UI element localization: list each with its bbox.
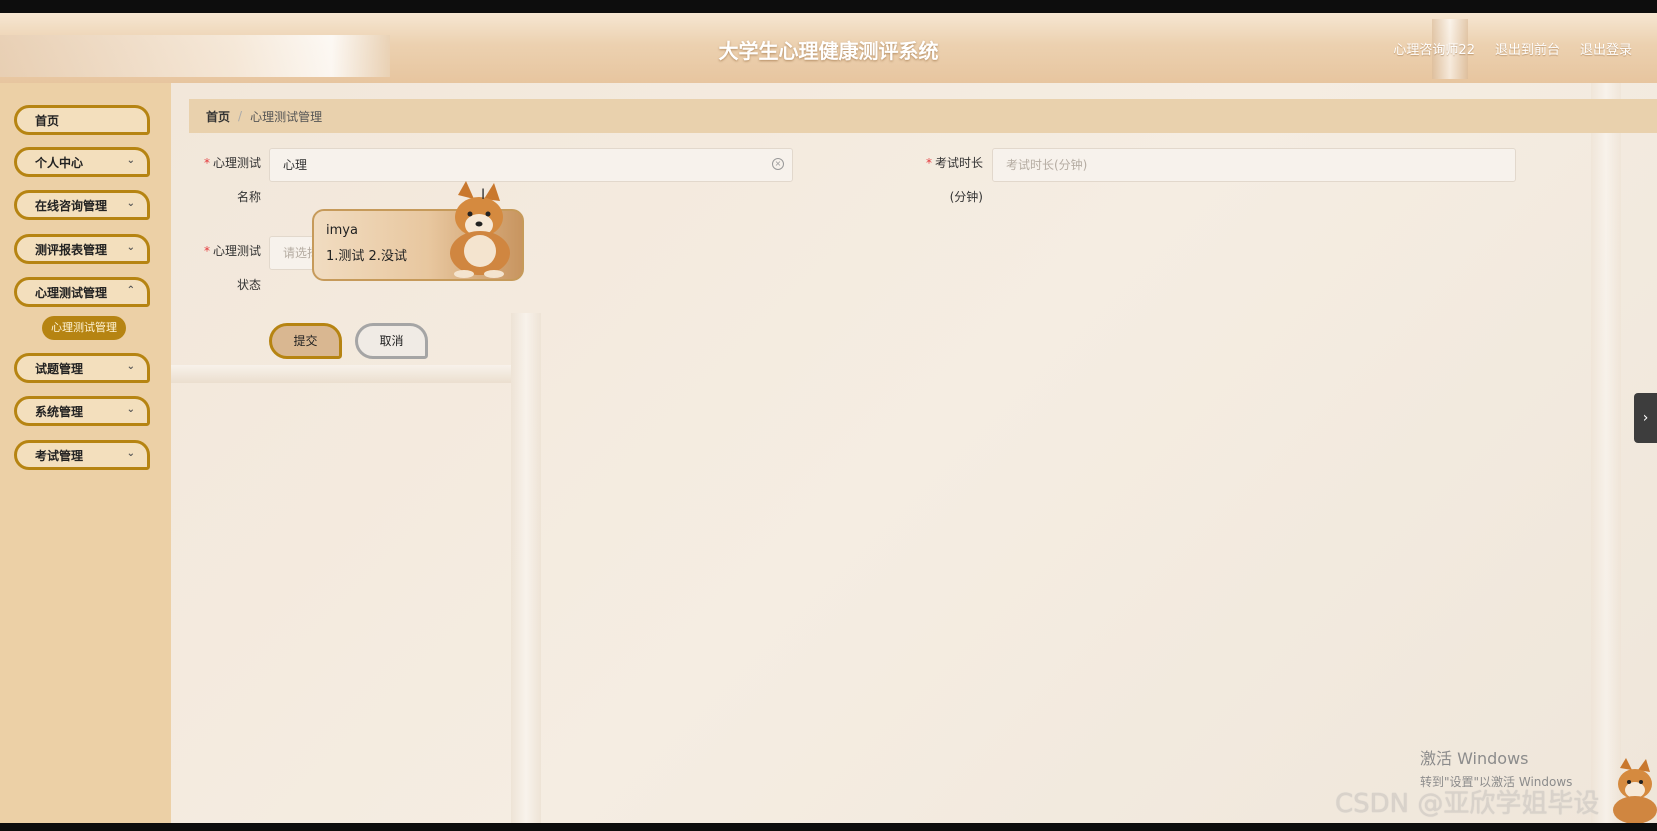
name-label-text: 心理测试 xyxy=(212,156,261,170)
breadcrumb: 首页 / 心理测试管理 xyxy=(189,99,1657,133)
chevron-down-icon: ⌄ xyxy=(126,155,135,166)
breadcrumb-current: 心理测试管理 xyxy=(250,109,323,124)
sidebar-item-label: 心理测试管理 xyxy=(35,285,108,300)
chevron-up-icon: ⌃ xyxy=(126,285,135,296)
chevron-down-icon: ⌄ xyxy=(126,198,135,209)
required-mark: * xyxy=(925,156,932,170)
required-mark: * xyxy=(203,156,210,170)
ime-candidate-popup: imya 1.测试 2.没试 xyxy=(312,181,524,281)
sidebar-item-label: 在线咨询管理 xyxy=(35,198,108,213)
ime-candidates[interactable]: 1.测试 2.没试 xyxy=(326,245,407,264)
name-label-2: 名称 xyxy=(236,190,261,204)
sidebar-item-consultation[interactable]: 在线咨询管理 ⌄ xyxy=(14,190,150,220)
breadcrumb-home[interactable]: 首页 xyxy=(206,108,230,125)
ime-composition: imya xyxy=(326,223,358,238)
sidebar-item-profile[interactable]: 个人中心 ⌄ xyxy=(14,147,150,177)
status-label-2: 状态 xyxy=(236,278,261,292)
top-header: 大学生心理健康测评系统 心理咨询师22 退出到前台 退出登录 xyxy=(0,13,1657,83)
duration-input[interactable]: 考试时长(分钟) xyxy=(992,148,1516,182)
header-links: 心理咨询师22 退出到前台 退出登录 xyxy=(1393,39,1632,58)
chevron-down-icon: ⌄ xyxy=(126,404,135,415)
sidebar-item-home[interactable]: 首页 xyxy=(14,105,150,135)
background-decoration xyxy=(511,313,541,823)
sidebar-item-exams[interactable]: 考试管理 ⌄ xyxy=(14,440,150,470)
duration-label-text: 考试时长 xyxy=(934,156,983,170)
sidebar-item-questions[interactable]: 试题管理 ⌄ xyxy=(14,353,150,383)
status-label-text: 心理测试 xyxy=(212,244,261,258)
sidebar-item-reports[interactable]: 测评报表管理 ⌄ xyxy=(14,234,150,264)
main-content: 首页 / 心理测试管理 * 心理测试 名称 心理 × * 考试时长 (分钟) 考试时… xyxy=(171,83,1657,823)
logout-link[interactable]: 退出登录 xyxy=(1580,39,1632,58)
required-mark: * xyxy=(203,244,210,258)
cancel-button[interactable]: 取消 xyxy=(355,323,428,359)
sidebar-item-label: 试题管理 xyxy=(35,361,84,376)
sidebar-item-psych-test[interactable]: 心理测试管理 ⌃ xyxy=(14,277,150,307)
background-decoration xyxy=(171,365,511,383)
current-user: 心理咨询师22 xyxy=(1393,43,1475,58)
duration-label: * 考试时长 xyxy=(871,147,983,180)
sidebar-subitem-psych-test[interactable]: 心理测试管理 xyxy=(42,316,126,340)
background-decoration xyxy=(1591,83,1621,823)
submit-button[interactable]: 提交 xyxy=(269,323,342,359)
breadcrumb-separator: / xyxy=(238,109,243,123)
sidebar-item-label: 系统管理 xyxy=(35,404,84,419)
sidebar-item-label: 个人中心 xyxy=(35,155,84,170)
shiba-dog-icon xyxy=(450,181,510,278)
chevron-down-icon: ⌄ xyxy=(126,242,135,253)
sidebar-item-system[interactable]: 系统管理 ⌄ xyxy=(14,396,150,426)
chevron-down-icon: ⌄ xyxy=(126,361,135,372)
status-label: * 心理测试 xyxy=(191,235,261,268)
sidebar-item-label: 考试管理 xyxy=(35,448,84,463)
screen: 大学生心理健康测评系统 心理咨询师22 退出到前台 退出登录 首页 个人中心 ⌄… xyxy=(0,13,1657,823)
duration-label-2: (分钟) xyxy=(949,190,983,204)
test-name-input[interactable]: 心理 × xyxy=(269,148,793,182)
shiba-dog-icon xyxy=(1613,758,1657,823)
chevron-right-icon[interactable]: › xyxy=(1634,393,1657,443)
sidebar-item-label: 首页 xyxy=(35,113,60,128)
csdn-watermark: CSDN @亚欣学姐毕设 xyxy=(1335,789,1600,819)
sidebar-item-label: 测评报表管理 xyxy=(35,242,108,257)
back-to-front-link[interactable]: 退出到前台 xyxy=(1495,39,1560,58)
text-cursor-icon: I xyxy=(481,187,486,203)
sidebar: 首页 个人中心 ⌄ 在线咨询管理 ⌄ 测评报表管理 ⌄ 心理测试管理 ⌃ 心理测… xyxy=(0,83,171,823)
chevron-down-icon: ⌄ xyxy=(126,448,135,459)
watermark-line-1: 激活 Windows xyxy=(1420,749,1529,768)
circle-x-icon[interactable]: × xyxy=(772,158,784,170)
test-name-value: 心理 xyxy=(283,158,308,172)
name-label: * 心理测试 xyxy=(191,147,261,180)
